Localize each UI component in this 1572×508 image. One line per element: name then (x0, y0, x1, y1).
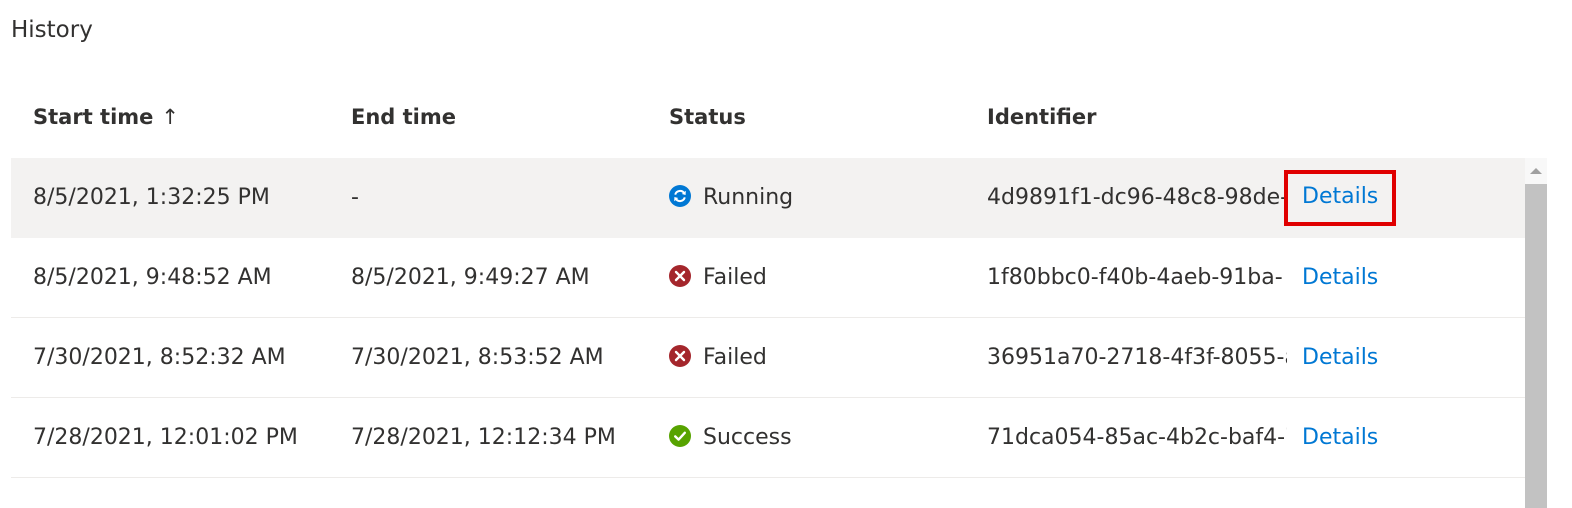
vertical-scrollbar[interactable] (1525, 158, 1547, 508)
identifier-cell: 1f80bbc0-f40b-4aeb-91ba- (987, 265, 1283, 290)
scrollbar-thumb[interactable] (1525, 184, 1547, 508)
status-label: Running (703, 185, 794, 210)
identifier-cell: 71dca054-85ac-4b2c-baf4-7 (987, 425, 1287, 450)
end-time-cell: 7/28/2021, 12:12:34 PM (351, 425, 616, 450)
table-header: Start time ↑ End time Status Identifier (11, 96, 1525, 138)
start-time-cell: 7/30/2021, 8:52:32 AM (33, 345, 286, 370)
details-cell: Details (1288, 318, 1418, 398)
status-label: Success (703, 425, 792, 450)
table-row[interactable]: 8/5/2021, 9:48:52 AM 8/5/2021, 9:49:27 A… (11, 238, 1525, 318)
start-time-cell: 7/28/2021, 12:01:02 PM (33, 425, 298, 450)
column-header-start-time-label: Start time (33, 105, 154, 129)
details-cell: Details (1288, 238, 1418, 318)
identifier-cell: 4d9891f1-dc96-48c8-98de- (987, 185, 1287, 210)
identifier-cell: 36951a70-2718-4f3f-8055-a (987, 345, 1287, 370)
details-link[interactable]: Details (1288, 416, 1392, 460)
details-link[interactable]: Details (1283, 170, 1397, 226)
end-time-cell: 8/5/2021, 9:49:27 AM (351, 265, 590, 290)
failed-icon (669, 345, 691, 367)
success-icon (669, 425, 691, 447)
details-link[interactable]: Details (1288, 336, 1392, 380)
table-row[interactable]: 8/5/2021, 1:32:25 PM - Running 4d9891f1-… (11, 158, 1525, 238)
details-cell: Details (1288, 398, 1418, 478)
page-title: History (11, 17, 93, 43)
table-row[interactable]: 7/30/2021, 8:52:32 AM 7/30/2021, 8:53:52… (11, 318, 1525, 398)
details-link[interactable]: Details (1288, 256, 1392, 300)
start-time-cell: 8/5/2021, 1:32:25 PM (33, 185, 270, 210)
scroll-up-arrow-icon[interactable] (1525, 158, 1547, 184)
column-header-start-time[interactable]: Start time ↑ (33, 96, 179, 138)
running-icon (669, 185, 691, 207)
column-header-status[interactable]: Status (669, 96, 746, 138)
column-header-identifier[interactable]: Identifier (987, 96, 1096, 138)
failed-icon (669, 265, 691, 287)
table-body: 8/5/2021, 1:32:25 PM - Running 4d9891f1-… (11, 158, 1525, 508)
sort-ascending-icon: ↑ (161, 105, 180, 129)
table-row[interactable]: 7/28/2021, 12:01:02 PM 7/28/2021, 12:12:… (11, 398, 1525, 478)
end-time-cell: 7/30/2021, 8:53:52 AM (351, 345, 604, 370)
status-cell: Success (669, 398, 969, 478)
status-cell: Running (669, 158, 969, 238)
status-label: Failed (703, 265, 767, 290)
column-header-end-time[interactable]: End time (351, 96, 456, 138)
status-label: Failed (703, 345, 767, 370)
end-time-cell: - (351, 185, 359, 210)
status-cell: Failed (669, 238, 969, 318)
status-cell: Failed (669, 318, 969, 398)
start-time-cell: 8/5/2021, 9:48:52 AM (33, 265, 272, 290)
details-cell: Details (1283, 158, 1418, 238)
